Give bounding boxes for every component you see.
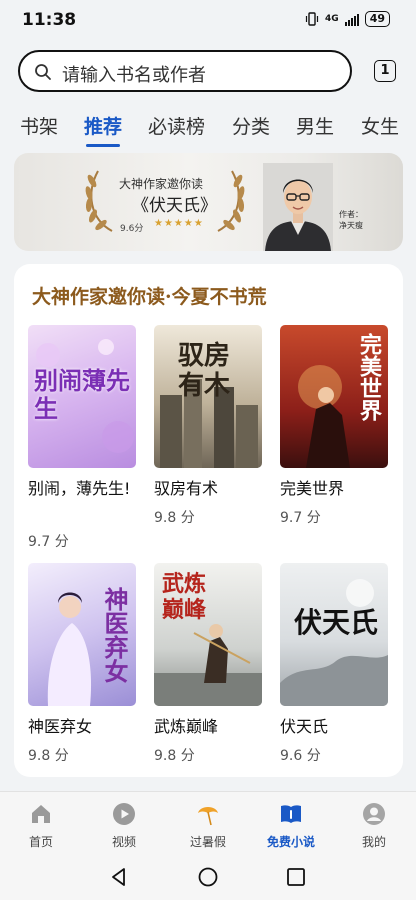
tab-male[interactable]: 男生 bbox=[296, 112, 334, 139]
home-icon bbox=[32, 805, 50, 823]
vibrate-icon bbox=[305, 12, 319, 26]
laurel-left-icon bbox=[85, 170, 113, 232]
book-title: 伏天氏 bbox=[280, 717, 329, 736]
nav-label: 我的 bbox=[361, 835, 386, 849]
network-type: 4G bbox=[325, 13, 339, 24]
tab-must-read[interactable]: 必读榜 bbox=[148, 112, 205, 139]
book-score: 9.7 分 bbox=[280, 510, 321, 526]
section-title: 大神作家邀你读·今夏不书荒 bbox=[32, 286, 267, 308]
banner-score: 9.6分 bbox=[120, 224, 144, 234]
recommend-section: 大神作家邀你读·今夏不书荒 别闹薄先生 别闹，薄先生! 9.7 分 驭房有木 驭… bbox=[14, 264, 403, 777]
home-circle-icon[interactable] bbox=[197, 866, 219, 888]
cover-title: 伏天氏 bbox=[293, 606, 378, 639]
tab-female[interactable]: 女生 bbox=[361, 112, 399, 139]
signal-icon bbox=[344, 13, 359, 26]
book-cover[interactable]: 伏天氏 bbox=[280, 563, 388, 706]
status-bar: 11:38 4G 49 bbox=[0, 0, 416, 40]
promo-banner[interactable]: 大神作家邀你读 《伏天氏》 9.6分 ★★★★★ 作者： 净天瘦 bbox=[14, 153, 403, 251]
book-cover[interactable]: 驭房有木 bbox=[154, 325, 262, 468]
tab-recommend[interactable]: 推荐 bbox=[84, 112, 122, 139]
nav-free-novels[interactable]: 免费小说 bbox=[256, 798, 326, 850]
cover-title: 武炼巅峰 bbox=[162, 571, 207, 623]
author-label: 作者： bbox=[339, 210, 363, 219]
banner-title: 大神作家邀你读 bbox=[119, 177, 204, 191]
bottom-nav: 首页 视频 过暑假 免费小说 我的 bbox=[0, 791, 416, 854]
book-title: 驭房有术 bbox=[154, 479, 219, 498]
book-score: 9.7 分 bbox=[28, 534, 69, 550]
book-score: 9.6 分 bbox=[280, 748, 321, 764]
tab-categories[interactable]: 分类 bbox=[232, 112, 270, 139]
nav-summer[interactable]: 过暑假 bbox=[173, 798, 243, 850]
category-tabs: 书架 推荐 必读榜 分类 男生 女生 bbox=[0, 108, 416, 148]
book-icon bbox=[281, 805, 301, 823]
search-icon bbox=[35, 64, 51, 80]
cover-title: 完美世界 bbox=[356, 333, 382, 421]
search-input[interactable]: 请输入书名或作者 bbox=[18, 50, 352, 92]
book-title: 完美世界 bbox=[280, 479, 345, 498]
nav-profile[interactable]: 我的 bbox=[339, 798, 409, 850]
book-title: 武炼巅峰 bbox=[154, 717, 219, 736]
book-score: 9.8 分 bbox=[154, 510, 195, 526]
author-tag: 作者： 净天瘦 bbox=[339, 209, 363, 231]
nav-label: 过暑假 bbox=[189, 835, 226, 849]
book-cover[interactable]: 武炼巅峰 bbox=[154, 563, 262, 706]
recents-icon[interactable] bbox=[285, 866, 307, 888]
system-nav-bar bbox=[0, 853, 416, 900]
author-portrait bbox=[263, 163, 333, 251]
video-icon bbox=[113, 803, 135, 825]
status-icons: 4G 49 bbox=[305, 11, 390, 27]
status-time: 11:38 bbox=[22, 10, 77, 30]
tab-count-button[interactable]: 1 bbox=[374, 60, 396, 82]
search-row: 请输入书名或作者 1 bbox=[18, 50, 398, 96]
nav-label: 视频 bbox=[111, 835, 136, 849]
book-title: 别闹，薄先生! bbox=[28, 479, 131, 498]
tab-bookshelf[interactable]: 书架 bbox=[20, 112, 58, 139]
book-score: 9.8 分 bbox=[154, 748, 195, 764]
nav-video[interactable]: 视频 bbox=[89, 798, 159, 850]
banner-stars: ★★★★★ bbox=[154, 218, 204, 229]
battery-indicator: 49 bbox=[364, 11, 390, 27]
nav-label: 首页 bbox=[28, 835, 53, 849]
search-placeholder: 请输入书名或作者 bbox=[62, 65, 206, 86]
cover-title: 神医弃女 bbox=[100, 587, 129, 683]
author-name: 净天瘦 bbox=[339, 221, 363, 230]
book-cover[interactable]: 别闹薄先生 bbox=[28, 325, 136, 468]
back-icon[interactable] bbox=[108, 866, 130, 888]
nav-home[interactable]: 首页 bbox=[6, 798, 76, 850]
banner-book-title: 《伏天氏》 bbox=[132, 196, 217, 216]
book-title: 神医弃女 bbox=[28, 717, 93, 736]
book-score: 9.8 分 bbox=[28, 748, 69, 764]
cover-title: 别闹薄先生 bbox=[34, 366, 130, 423]
tab-active-indicator bbox=[86, 144, 120, 147]
nav-label: 免费小说 bbox=[266, 835, 315, 849]
book-cover[interactable]: 完美世界 bbox=[280, 325, 388, 468]
cover-title: 驭房有木 bbox=[178, 341, 231, 401]
parasol-icon bbox=[198, 807, 218, 826]
book-cover[interactable]: 神医弃女 bbox=[28, 563, 136, 706]
profile-icon bbox=[363, 803, 385, 825]
